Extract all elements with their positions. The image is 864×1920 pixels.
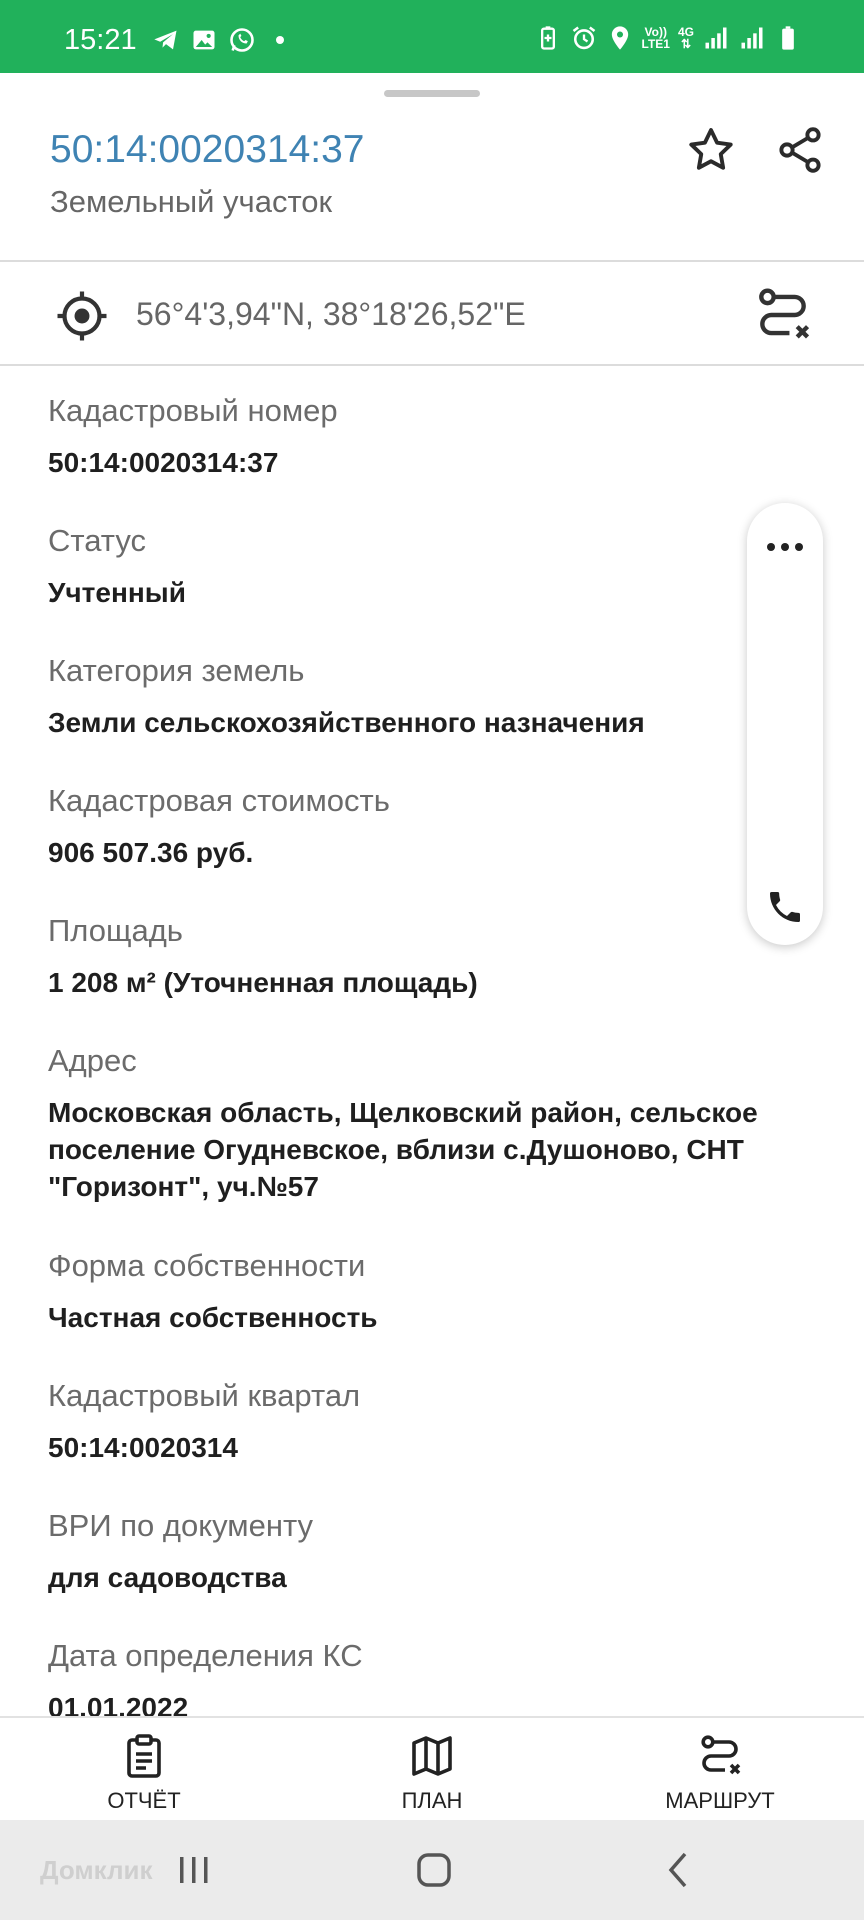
status-left-icons xyxy=(152,26,284,54)
notification-dot xyxy=(276,36,284,44)
route-clear-icon[interactable] xyxy=(752,284,814,346)
home-icon xyxy=(417,1853,451,1887)
whatsapp-icon xyxy=(230,28,254,52)
info-item-land-category: Категория земель Земли сельскохозяйствен… xyxy=(48,652,848,741)
info-value: для садоводства xyxy=(48,1562,287,1593)
home-button[interactable] xyxy=(404,1848,464,1892)
info-item-valuation-date: Дата определения КС 01.01.2022 xyxy=(48,1637,848,1726)
location-icon xyxy=(611,26,628,50)
info-item-cadastral-value: Кадастровая стоимость 906 507.36 руб. xyxy=(48,782,848,871)
bottom-navigation: ОТЧЁТ ПЛАН МАРШРУТ xyxy=(0,1716,864,1820)
floating-actions-panel xyxy=(747,503,823,945)
sheet-drag-handle[interactable] xyxy=(384,90,480,97)
watermark: Домклик xyxy=(40,1855,153,1885)
page-subtitle: Земельный участок xyxy=(50,184,333,219)
telegram-icon xyxy=(154,30,177,50)
nav-plan[interactable]: ПЛАН xyxy=(342,1732,522,1814)
coordinates-text[interactable]: 56°4'3,94"N, 38°18'26,52"E xyxy=(136,296,526,333)
info-item-ownership: Форма собственности Частная собственност… xyxy=(48,1247,848,1336)
info-label: ВРИ по документу xyxy=(48,1508,313,1543)
info-label: Статус xyxy=(48,523,146,558)
recent-apps-icon xyxy=(180,1857,208,1883)
info-item-permitted-use: ВРИ по документу для садоводства xyxy=(48,1507,848,1596)
header-divider xyxy=(0,260,864,262)
info-item-cadastral-number: Кадастровый номер 50:14:0020314:37 xyxy=(48,392,848,481)
info-label: Адрес xyxy=(48,1043,137,1078)
nav-report[interactable]: ОТЧЁТ xyxy=(54,1732,234,1814)
alarm-icon xyxy=(572,26,595,50)
gallery-icon xyxy=(193,30,215,50)
signal-icon xyxy=(705,27,727,49)
clipboard-icon xyxy=(127,1734,161,1778)
info-label: Кадастровый квартал xyxy=(48,1378,361,1413)
info-label: Кадастровая стоимость xyxy=(48,783,390,818)
status-time: 15:21 xyxy=(64,24,137,56)
back-button[interactable] xyxy=(648,1848,708,1892)
coordinates-divider xyxy=(0,364,864,366)
recent-apps-button[interactable] xyxy=(164,1848,224,1892)
volte-bottom-label: LTE1 xyxy=(641,37,670,51)
favorite-button[interactable] xyxy=(681,120,741,180)
info-item-cadastral-quarter: Кадастровый квартал 50:14:0020314 xyxy=(48,1377,848,1466)
back-chevron-icon xyxy=(668,1852,687,1888)
info-value: Земли сельскохозяйственного назначения xyxy=(48,707,645,738)
info-value: 906 507.36 руб. xyxy=(48,837,254,868)
status-bar: 15:21 Vo)) LTE1 4G ⇅ xyxy=(0,0,864,73)
call-button[interactable] xyxy=(747,881,823,933)
more-dots-icon xyxy=(767,543,803,551)
info-label: Категория земель xyxy=(48,653,305,688)
nav-route[interactable]: МАРШРУТ xyxy=(630,1732,810,1814)
signal-icon xyxy=(741,27,763,49)
info-item-address: Адрес Московская область, Щелковский рай… xyxy=(48,1042,848,1205)
nav-route-label: МАРШРУТ xyxy=(665,1788,775,1813)
info-item-area: Площадь 1 208 м² (Уточненная площадь) xyxy=(48,912,848,1001)
info-item-status: Статус Учтенный xyxy=(48,522,848,611)
phone-icon xyxy=(770,892,800,922)
info-value: Частная собственность xyxy=(48,1302,378,1333)
volte-icon: Vo)) LTE1 xyxy=(642,26,670,50)
nav-plan-label: ПЛАН xyxy=(401,1788,463,1813)
status-right-icons: Vo)) LTE1 4G ⇅ xyxy=(534,24,802,52)
share-button[interactable] xyxy=(770,120,830,180)
route-icon xyxy=(701,1735,741,1775)
info-label: Площадь xyxy=(48,913,183,948)
info-value: 50:14:0020314 xyxy=(48,1432,238,1463)
battery-saver-icon xyxy=(540,26,555,50)
star-icon xyxy=(689,128,733,170)
nav-report-label: ОТЧЁТ xyxy=(107,1788,181,1813)
share-icon xyxy=(779,127,821,173)
info-value: 1 208 м² (Уточненная площадь) xyxy=(48,967,478,998)
4g-icon: 4G ⇅ xyxy=(678,26,694,50)
info-label: Форма собственности xyxy=(48,1248,366,1283)
crosshair-icon[interactable] xyxy=(54,288,110,344)
info-value: 50:14:0020314:37 xyxy=(48,447,279,478)
map-icon xyxy=(412,1736,452,1776)
info-label: Кадастровый номер xyxy=(48,393,338,428)
info-value: Московская область, Щелковский район, се… xyxy=(48,1097,758,1202)
battery-icon xyxy=(782,26,794,50)
more-button[interactable] xyxy=(747,523,823,571)
info-label: Дата определения КС xyxy=(48,1638,363,1673)
net-arrows-icon: ⇅ xyxy=(680,37,692,51)
page-title: 50:14:0020314:37 xyxy=(50,128,365,171)
info-value: Учтенный xyxy=(48,577,186,608)
